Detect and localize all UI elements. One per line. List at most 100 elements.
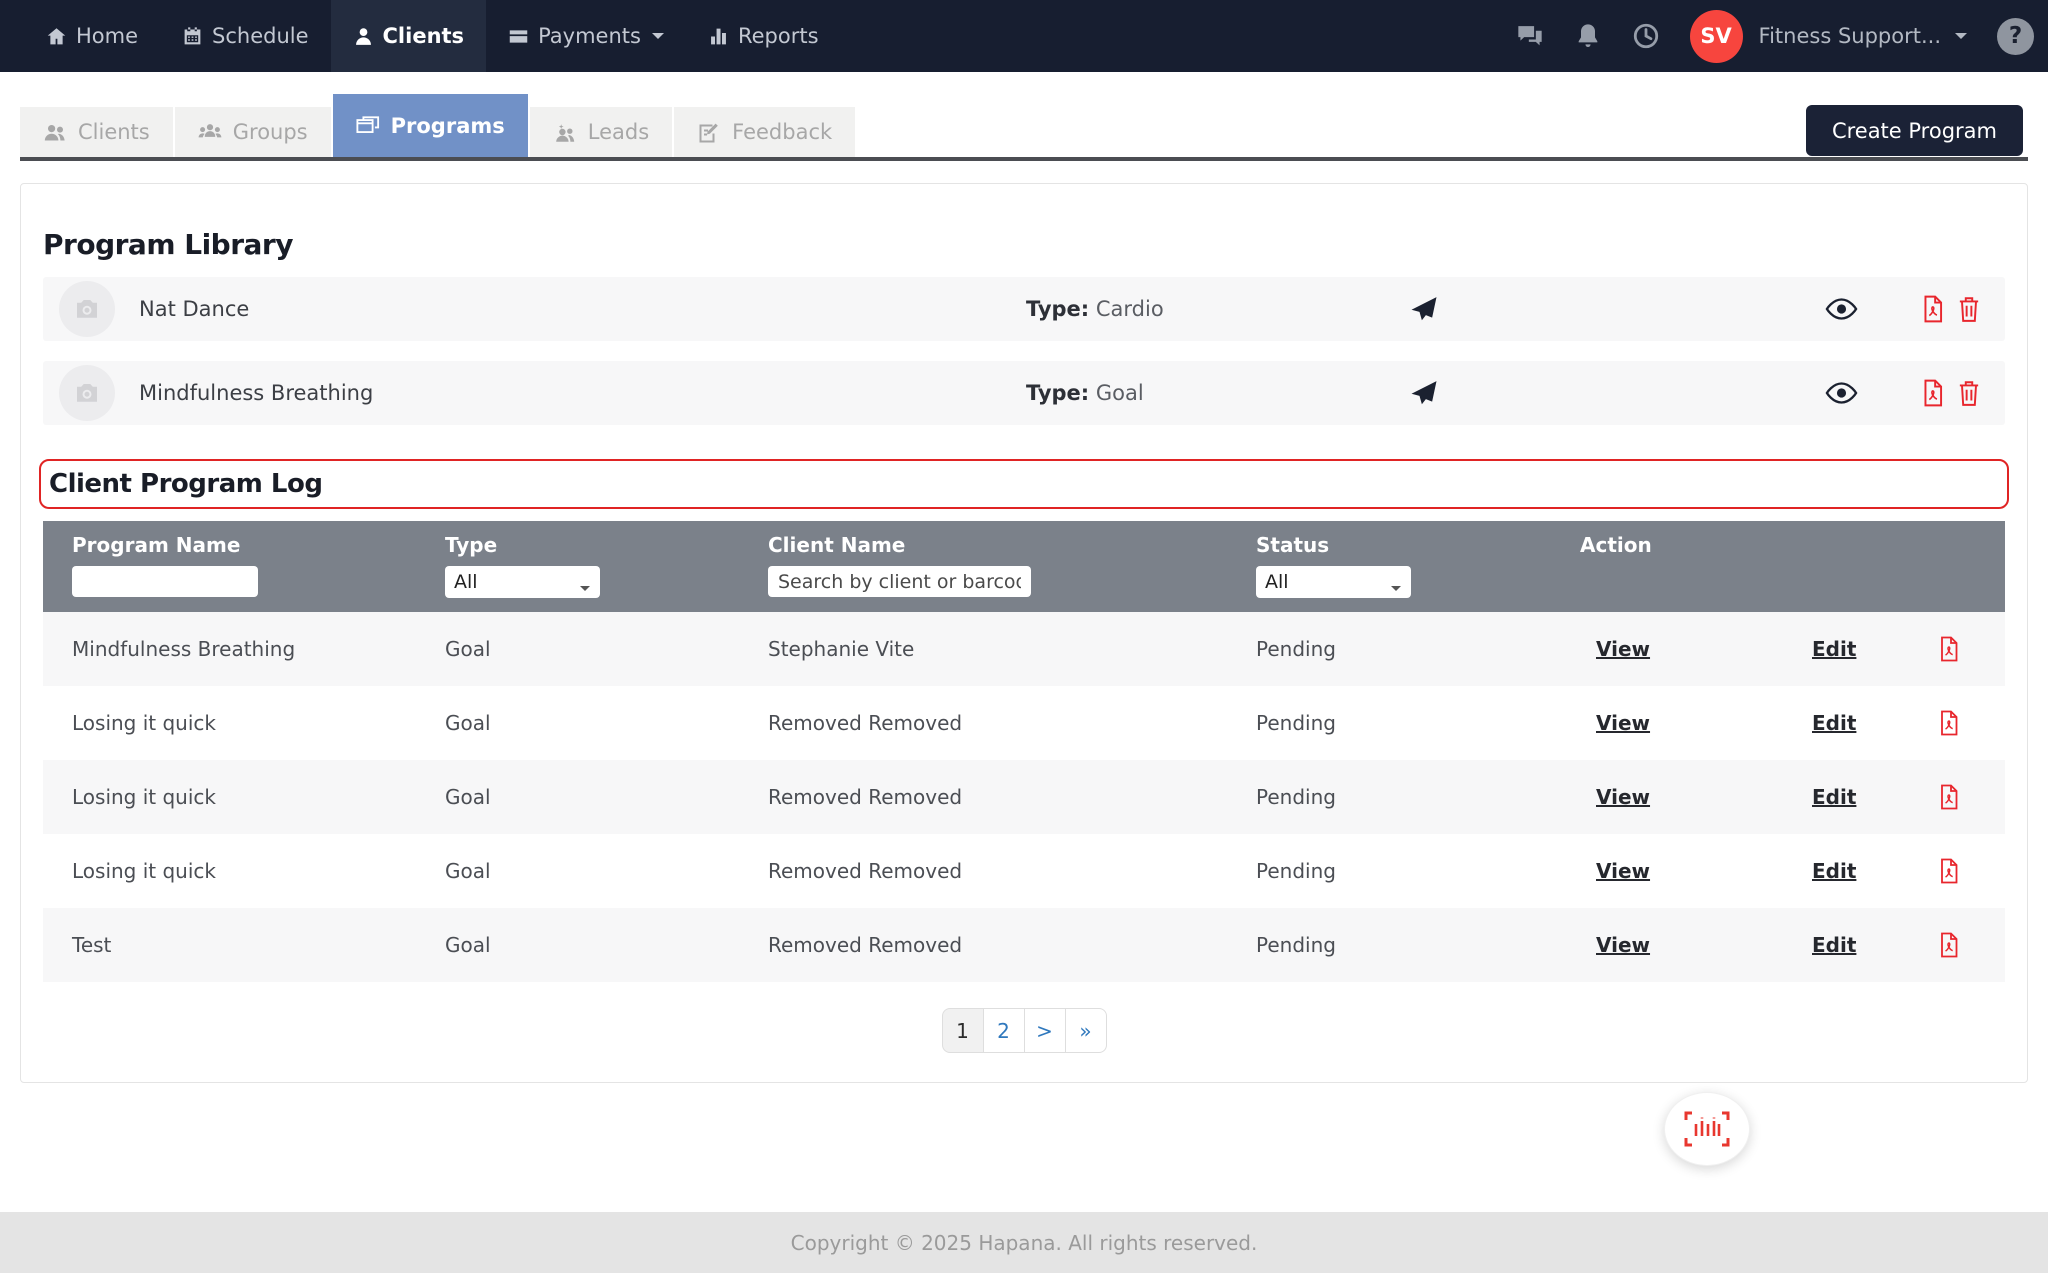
status-filter-select-wrap: All	[1256, 573, 1411, 592]
create-program-button[interactable]: Create Program	[1806, 105, 2023, 156]
group-icon	[198, 121, 222, 143]
column-header-label: Program Name	[72, 533, 445, 557]
table-row: Losing it quick Goal Removed Removed Pen…	[43, 834, 2005, 908]
messages-button[interactable]	[1516, 22, 1544, 50]
table-header: Program Name Type All Client Name Status…	[43, 521, 2005, 612]
clock-icon	[1632, 22, 1660, 50]
eye-icon	[1825, 296, 1858, 322]
account-menu-button[interactable]: Fitness Support...	[1759, 24, 1967, 48]
question-mark-icon: ?	[2009, 23, 2022, 49]
program-name: Mindfulness Breathing	[139, 381, 373, 405]
camera-icon	[72, 378, 102, 408]
program-image-placeholder	[59, 365, 115, 421]
cell-client: Removed Removed	[768, 785, 1256, 809]
page-last-button[interactable]: »	[1065, 1008, 1107, 1053]
view-link[interactable]: View	[1596, 637, 1812, 661]
cell-status: Pending	[1256, 785, 1580, 809]
chevron-down-icon	[1955, 33, 1967, 45]
type-filter-select-wrap: All	[445, 573, 600, 592]
account-name: Fitness Support...	[1759, 24, 1941, 48]
page-next-button[interactable]: >	[1024, 1008, 1066, 1053]
download-pdf-button[interactable]	[1920, 379, 1946, 407]
column-program-name: Program Name	[72, 533, 445, 598]
pdf-file-icon	[1920, 379, 1946, 407]
cell-action: View Edit	[1580, 932, 2005, 958]
cell-action: View Edit	[1580, 784, 2005, 810]
row-pdf-button[interactable]	[1937, 858, 1961, 884]
cell-program: Losing it quick	[72, 711, 445, 735]
cell-action: View Edit	[1580, 636, 2005, 662]
edit-link[interactable]: Edit	[1812, 711, 1937, 735]
person-icon	[353, 26, 374, 47]
cell-status: Pending	[1256, 933, 1580, 957]
program-name: Nat Dance	[139, 297, 249, 321]
barcode-scan-fab[interactable]	[1664, 1092, 1750, 1166]
main-content-card: Program Library Nat Dance Type: Cardio	[20, 183, 2028, 1083]
footer: Copyright © 2025 Hapana. All rights rese…	[0, 1212, 2048, 1273]
row-pdf-button[interactable]	[1937, 636, 1961, 662]
delete-program-button[interactable]	[1956, 379, 1982, 407]
tab-clients[interactable]: Clients	[20, 107, 173, 157]
trash-icon	[1956, 379, 1982, 407]
avatar[interactable]: SV	[1690, 10, 1743, 63]
nav-item-label: Clients	[383, 24, 465, 48]
column-client-name: Client Name	[768, 533, 1256, 598]
edit-link[interactable]: Edit	[1812, 859, 1937, 883]
page-button-1[interactable]: 1	[942, 1008, 984, 1053]
type-filter-select[interactable]: All	[445, 566, 600, 598]
history-button[interactable]	[1632, 22, 1660, 50]
row-pdf-button[interactable]	[1937, 784, 1961, 810]
send-program-button[interactable]	[1409, 294, 1439, 324]
main-nav: Home Schedule Clients Payments Report	[24, 0, 841, 72]
view-program-button[interactable]	[1825, 380, 1858, 406]
top-navbar: Home Schedule Clients Payments Report	[0, 0, 2048, 72]
cell-client: Removed Removed	[768, 859, 1256, 883]
nav-item-payments[interactable]: Payments	[486, 0, 686, 72]
status-filter-select[interactable]: All	[1256, 566, 1411, 598]
cell-program: Test	[72, 933, 445, 957]
paper-plane-icon	[1409, 294, 1439, 324]
program-name-filter-input[interactable]	[72, 566, 258, 597]
view-program-button[interactable]	[1825, 296, 1858, 322]
page-button-2[interactable]: 2	[983, 1008, 1025, 1053]
column-header-label: Type	[445, 533, 768, 557]
view-link[interactable]: View	[1596, 711, 1812, 735]
trash-icon	[1956, 295, 1982, 323]
edit-link[interactable]: Edit	[1812, 785, 1937, 809]
row-pdf-button[interactable]	[1937, 710, 1961, 736]
tab-programs[interactable]: Programs	[333, 94, 528, 157]
paper-plane-icon	[1409, 378, 1439, 408]
view-link[interactable]: View	[1596, 859, 1812, 883]
view-link[interactable]: View	[1596, 933, 1812, 957]
cell-status: Pending	[1256, 637, 1580, 661]
tab-label: Programs	[391, 114, 505, 138]
edit-link[interactable]: Edit	[1812, 637, 1937, 661]
eye-icon	[1825, 380, 1858, 406]
nav-item-schedule[interactable]: Schedule	[160, 0, 331, 72]
download-pdf-button[interactable]	[1920, 295, 1946, 323]
program-library-title: Program Library	[43, 228, 2005, 261]
tab-label: Feedback	[732, 120, 832, 144]
delete-program-button[interactable]	[1956, 295, 1982, 323]
view-link[interactable]: View	[1596, 785, 1812, 809]
nav-item-reports[interactable]: Reports	[686, 0, 841, 72]
row-pdf-button[interactable]	[1937, 932, 1961, 958]
cell-client: Removed Removed	[768, 711, 1256, 735]
tab-label: Groups	[233, 120, 308, 144]
tab-leads[interactable]: Leads	[530, 107, 672, 157]
cell-type: Goal	[445, 785, 768, 809]
edit-link[interactable]: Edit	[1812, 933, 1937, 957]
nav-item-clients[interactable]: Clients	[331, 0, 487, 72]
cell-type: Goal	[445, 711, 768, 735]
notifications-button[interactable]	[1574, 22, 1602, 50]
send-program-button[interactable]	[1409, 378, 1439, 408]
tab-feedback[interactable]: Feedback	[674, 107, 855, 157]
tab-label: Leads	[588, 120, 649, 144]
table-row: Losing it quick Goal Removed Removed Pen…	[43, 760, 2005, 834]
tab-groups[interactable]: Groups	[175, 107, 331, 157]
client-search-input[interactable]	[768, 566, 1031, 597]
cell-program: Losing it quick	[72, 859, 445, 883]
cell-client: Removed Removed	[768, 933, 1256, 957]
nav-item-home[interactable]: Home	[24, 0, 160, 72]
help-button[interactable]: ?	[1997, 18, 2034, 55]
